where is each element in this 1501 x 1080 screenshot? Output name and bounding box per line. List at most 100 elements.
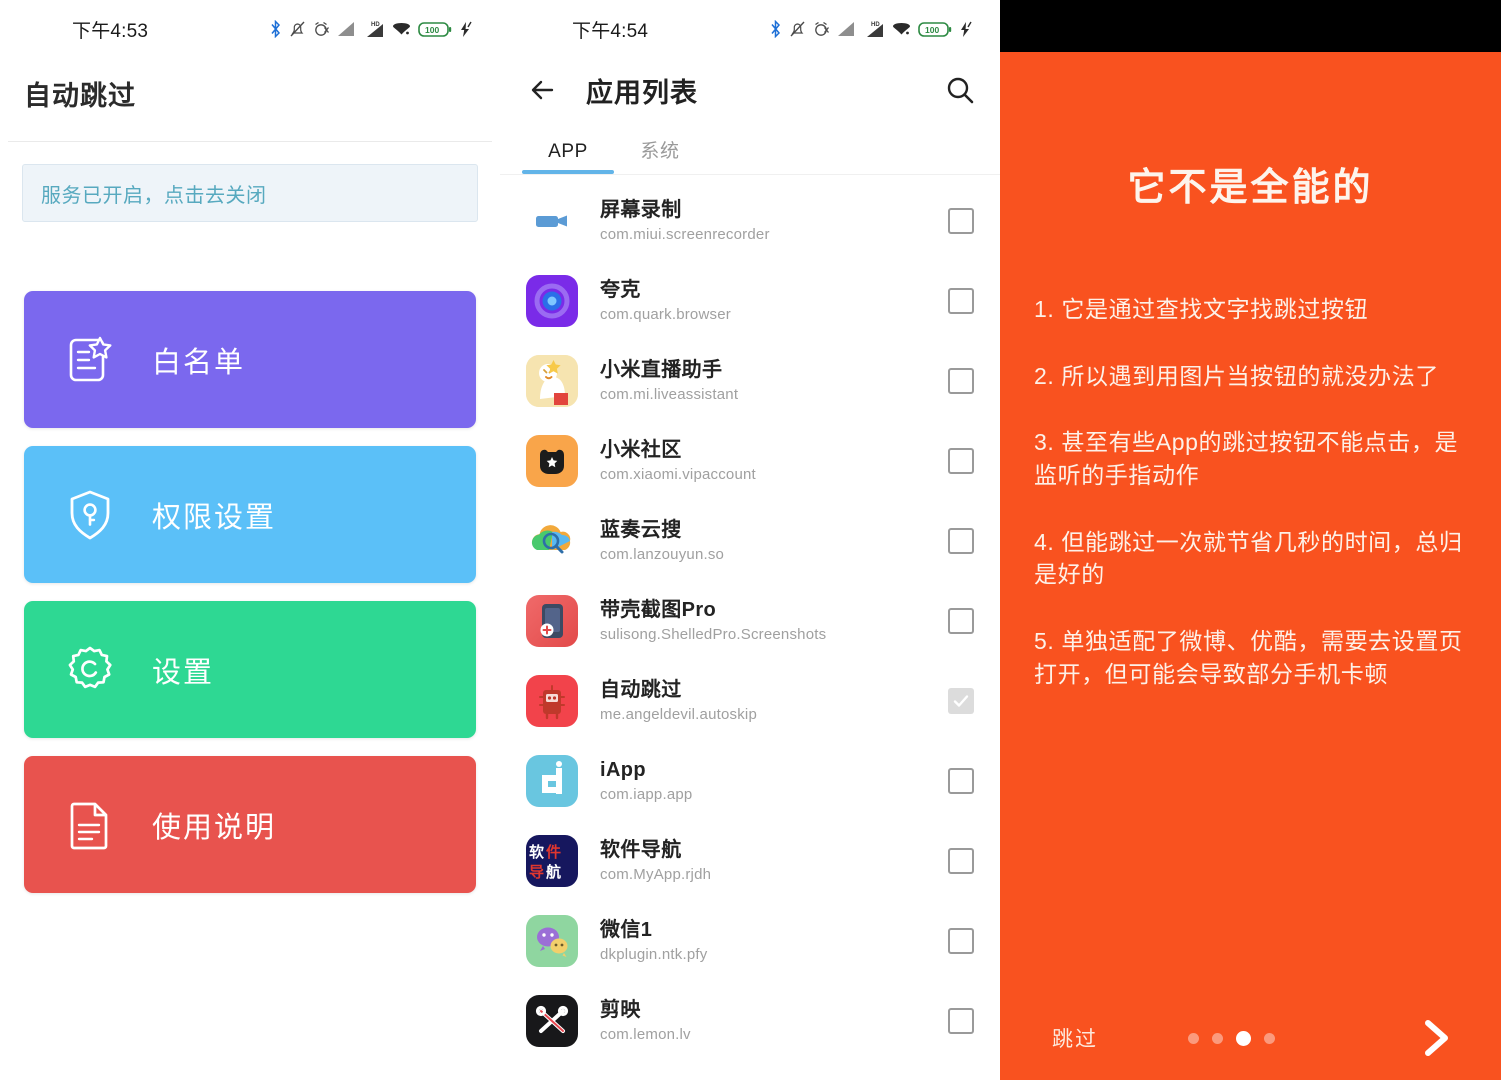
app-checkbox[interactable] xyxy=(948,448,974,474)
alarm-off-icon xyxy=(313,20,330,38)
iapp-icon xyxy=(526,755,578,807)
app-checkbox[interactable] xyxy=(948,688,974,714)
autoskip-icon xyxy=(526,675,578,727)
table-row[interactable]: 屏幕录制 com.miui.screenrecorder xyxy=(500,181,1000,261)
shelled-icon xyxy=(526,595,578,647)
table-row[interactable]: iApp com.iapp.app xyxy=(500,741,1000,821)
status-bar-icons: HD 100 xyxy=(769,18,974,40)
screenrecorder-icon xyxy=(526,195,578,247)
signal-bars-icon xyxy=(337,21,356,37)
permission-card[interactable]: 权限设置 xyxy=(24,446,476,583)
page-dot-1[interactable] xyxy=(1188,1032,1199,1044)
search-icon[interactable] xyxy=(944,74,976,106)
help-card[interactable]: 使用说明 xyxy=(24,756,476,893)
app-checkbox[interactable] xyxy=(948,1008,974,1034)
list-star-icon xyxy=(62,332,118,388)
svg-text:件: 件 xyxy=(546,843,561,861)
table-row[interactable]: 小米直播助手 com.mi.liveassistant xyxy=(500,341,1000,421)
alarm-off-icon xyxy=(813,20,830,38)
app-checkbox[interactable] xyxy=(948,368,974,394)
app-checkbox[interactable] xyxy=(948,528,974,554)
app-name: 微信1 xyxy=(600,919,653,941)
table-row[interactable]: 自动跳过 me.angeldevil.autoskip xyxy=(500,661,1000,741)
app-checkbox[interactable] xyxy=(948,288,974,314)
status-bar-middle: 下午4:54 HD 100 xyxy=(500,0,1000,58)
list-item: 3. 甚至有些App的跳过按钮不能点击，是监听的手指动作 xyxy=(1034,429,1459,488)
settings-card-label: 设置 xyxy=(152,656,215,689)
app-package: sulisong.ShelledPro.Screenshots xyxy=(600,626,827,643)
document-icon xyxy=(62,797,118,853)
page-indicator-dots xyxy=(1098,1030,1413,1046)
service-status-banner[interactable]: 服务已开启，点击去关闭 xyxy=(22,164,478,222)
onboarding-headline: 它不是全能的 xyxy=(1127,167,1374,209)
app-name: 夸克 xyxy=(600,279,641,301)
svg-text:HD: HD xyxy=(871,22,880,28)
header-divider xyxy=(8,141,492,142)
svg-text:导: 导 xyxy=(529,864,544,881)
right-phone-panel: 它不是全能的 1. 它是通过查找文字找跳过按钮 2. 所以遇到用图片当按钮的就没… xyxy=(1000,0,1501,1080)
battery-icon: 100 xyxy=(918,21,952,38)
app-info: 屏幕录制 com.miui.screenrecorder xyxy=(600,198,926,244)
bluetooth-icon xyxy=(269,20,282,38)
page-dot-3-active[interactable] xyxy=(1236,1030,1251,1046)
table-row[interactable]: 软件导航 软件导航 com.MyApp.rjdh xyxy=(500,821,1000,901)
app-checkbox[interactable] xyxy=(948,848,974,874)
page-dot-2[interactable] xyxy=(1212,1032,1223,1044)
signal-bars-icon xyxy=(837,21,856,37)
app-package: com.lanzouyun.so xyxy=(600,546,725,563)
whitelist-card[interactable]: 白名单 xyxy=(24,291,476,428)
wifi-icon xyxy=(392,21,411,37)
svg-text:100: 100 xyxy=(425,25,439,35)
app-info: iApp com.iapp.app xyxy=(600,758,926,804)
service-status-text: 服务已开启，点击去关闭 xyxy=(41,184,267,207)
app-package: com.miui.screenrecorder xyxy=(600,226,770,243)
chevron-right-icon[interactable] xyxy=(1413,1015,1459,1061)
jianying-icon xyxy=(526,995,578,1047)
app-name: iApp xyxy=(600,759,647,781)
bell-muted-icon xyxy=(789,20,806,38)
app-info: 小米直播助手 com.mi.liveassistant xyxy=(600,358,926,404)
app-checkbox[interactable] xyxy=(948,608,974,634)
rjdh-icon: 软件导航 xyxy=(526,835,578,887)
bell-muted-icon xyxy=(289,20,306,38)
app-package: com.iapp.app xyxy=(600,786,693,803)
check-icon xyxy=(953,695,969,707)
settings-card[interactable]: 设置 xyxy=(24,601,476,738)
app-info: 带壳截图Pro sulisong.ShelledPro.Screenshots xyxy=(600,598,926,644)
table-row[interactable]: 微信1 dkplugin.ntk.pfy xyxy=(500,901,1000,981)
skip-button[interactable]: 跳过 xyxy=(1052,1023,1098,1053)
gear-icon xyxy=(62,642,118,698)
app-checkbox[interactable] xyxy=(948,208,974,234)
app-package: com.mi.liveassistant xyxy=(600,386,739,403)
main-menu-cards: 白名单 权限设置 设置 使用说明 xyxy=(0,291,500,893)
table-row[interactable]: 夸克 com.quark.browser xyxy=(500,261,1000,341)
app-info: 软件导航 com.MyApp.rjdh xyxy=(600,838,926,884)
list-item: 1. 它是通过查找文字找跳过按钮 xyxy=(1034,296,1369,322)
tab-active-indicator xyxy=(522,170,614,174)
app-name: 蓝奏云搜 xyxy=(600,519,682,541)
status-bar-time: 下午4:53 xyxy=(72,20,149,42)
table-row[interactable]: 蓝奏云搜 com.lanzouyun.so xyxy=(500,501,1000,581)
battery-icon: 100 xyxy=(418,21,452,38)
onboarding-bullet-list: 1. 它是通过查找文字找跳过按钮 2. 所以遇到用图片当按钮的就没办法了 3. … xyxy=(1034,293,1467,690)
table-row[interactable]: 剪映 com.lemon.lv xyxy=(500,981,1000,1061)
shield-key-icon xyxy=(62,487,118,543)
triple-phone-screenshot: 下午4:53 HD 100 自动跳过 服务已开启，点击去关闭 白名单 权限设置 … xyxy=(0,0,1501,1080)
app-checkbox[interactable] xyxy=(948,928,974,954)
arrow-left-icon[interactable] xyxy=(526,73,560,107)
app-name: 软件导航 xyxy=(600,839,682,861)
app-name: 带壳截图Pro xyxy=(600,599,717,621)
page-dot-4[interactable] xyxy=(1264,1032,1275,1044)
svg-text:软: 软 xyxy=(529,843,544,861)
tab-system[interactable]: 系统 xyxy=(614,136,706,174)
status-bar-left: 下午4:53 HD 100 xyxy=(0,0,500,58)
table-row[interactable]: 带壳截图Pro sulisong.ShelledPro.Screenshots xyxy=(500,581,1000,661)
app-name: 剪映 xyxy=(600,999,641,1021)
middle-phone-panel: 下午4:54 HD 100 应用列表 APP 系统 屏幕录制 com.miui.… xyxy=(500,0,1000,1080)
charging-bolt-icon xyxy=(459,21,474,38)
app-checkbox[interactable] xyxy=(948,768,974,794)
page-title: 应用列表 xyxy=(586,77,698,108)
app-info: 剪映 com.lemon.lv xyxy=(600,998,926,1044)
table-row[interactable]: 小米社区 com.xiaomi.vipaccount xyxy=(500,421,1000,501)
tab-bar: APP 系统 xyxy=(500,122,1000,174)
